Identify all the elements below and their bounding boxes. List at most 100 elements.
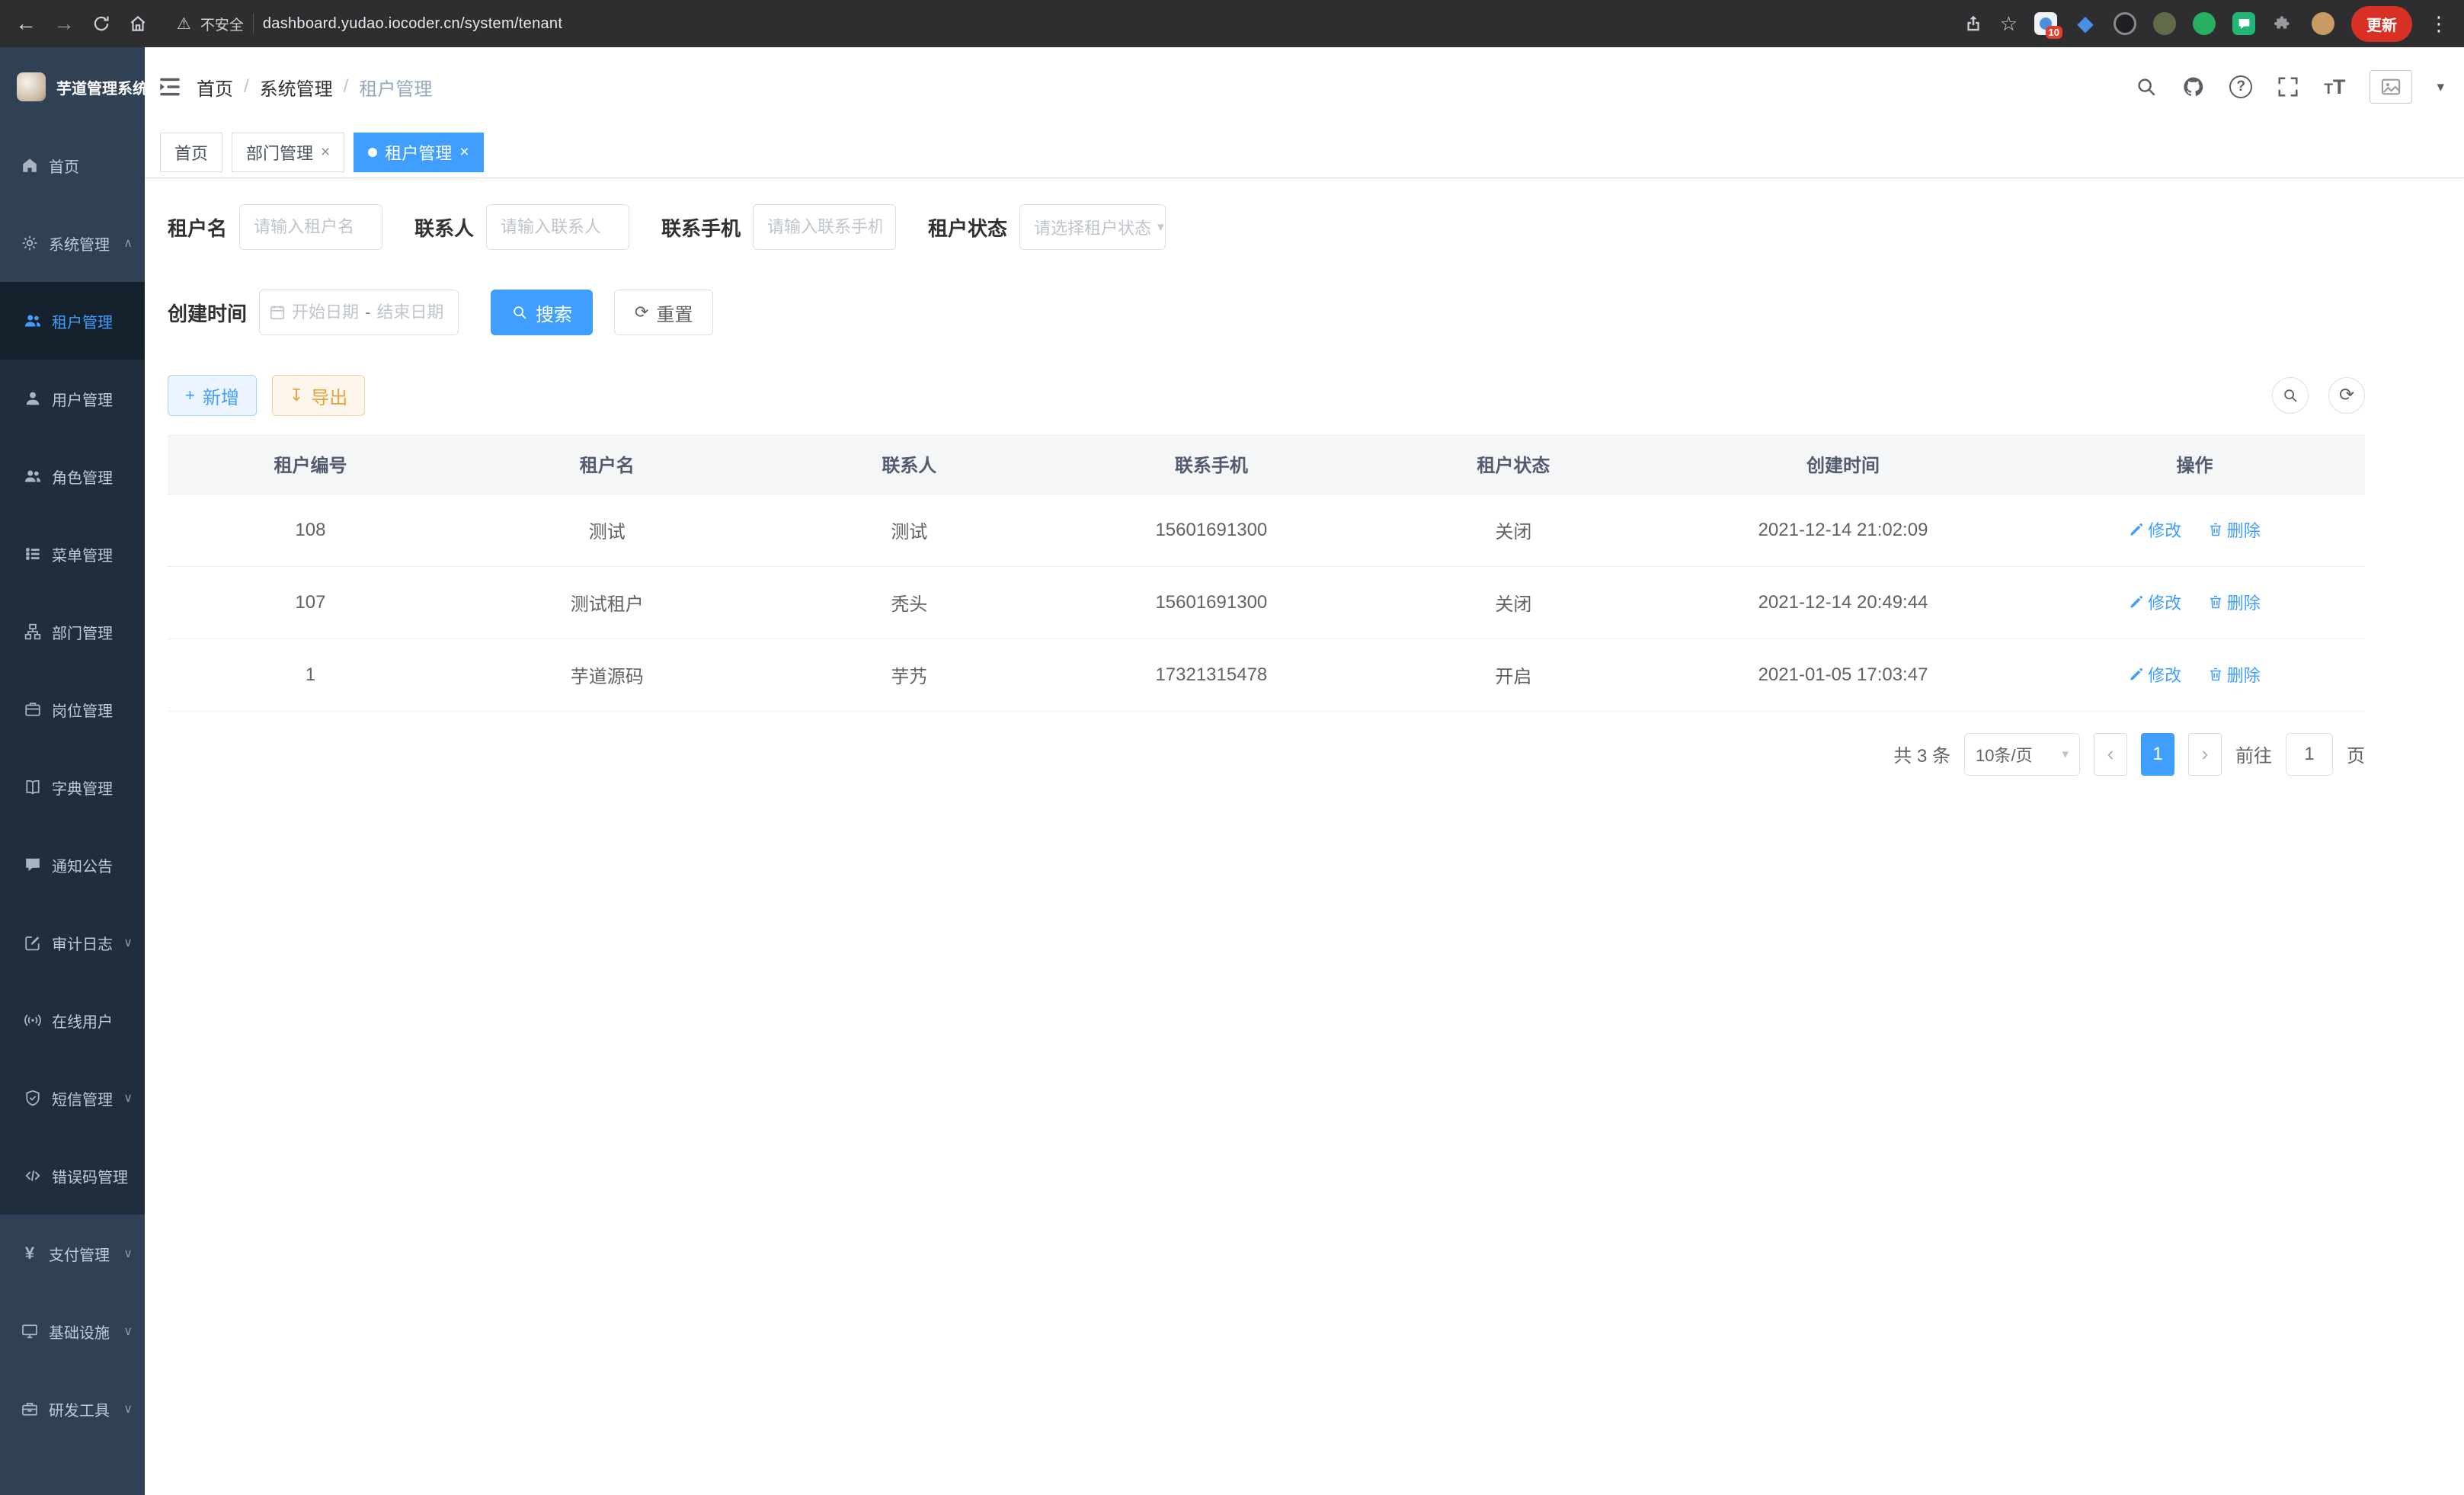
font-size-icon[interactable]: TT bbox=[2324, 75, 2345, 99]
edit-link[interactable]: 修改 bbox=[2129, 662, 2181, 687]
chevron-down-icon: ∨ bbox=[123, 1090, 133, 1106]
total-count: 共 3 条 bbox=[1893, 741, 1950, 767]
sidebar-item-system[interactable]: 系统管理 ∧ bbox=[0, 204, 145, 282]
sidebar-item-online-users[interactable]: 在线用户 bbox=[0, 981, 145, 1059]
browser-update-button[interactable]: 更新 bbox=[2351, 6, 2412, 42]
chat-icon bbox=[24, 856, 41, 873]
search-button[interactable]: 搜索 bbox=[491, 290, 593, 335]
date-separator: - bbox=[365, 303, 370, 322]
sidebar-item-user[interactable]: 用户管理 bbox=[0, 360, 145, 437]
goto-label: 前往 bbox=[2235, 741, 2272, 767]
export-button[interactable]: ↧ 导出 bbox=[272, 375, 365, 416]
avatar-caret-icon[interactable]: ▾ bbox=[2437, 78, 2444, 96]
share-icon[interactable] bbox=[1963, 14, 1983, 34]
browser-menu-icon[interactable]: ⋮ bbox=[2429, 12, 2449, 36]
sidebar-item-dept[interactable]: 部门管理 bbox=[0, 593, 145, 671]
edit-icon bbox=[24, 934, 41, 951]
sidebar-item-infra[interactable]: 基础设施 ∨ bbox=[0, 1292, 145, 1370]
address-bar[interactable]: ⚠ 不安全 dashboard.yudao.iocoder.cn/system/… bbox=[177, 14, 562, 34]
prev-page-button[interactable]: ‹ bbox=[2094, 733, 2127, 776]
extension-icon[interactable]: 10 bbox=[2034, 12, 2057, 35]
reset-button[interactable]: ⟳ 重置 bbox=[614, 290, 713, 335]
browser-home-button[interactable] bbox=[128, 14, 148, 34]
download-icon: ↧ bbox=[290, 387, 303, 404]
sidebar-item-dev-tools[interactable]: 研发工具 ∨ bbox=[0, 1370, 145, 1448]
edit-link[interactable]: 修改 bbox=[2129, 590, 2181, 614]
next-page-button[interactable]: › bbox=[2188, 733, 2222, 776]
extension-icon[interactable] bbox=[2153, 12, 2176, 35]
browser-toolbar-right: ☆ 10 ◆ 更新 ⋮ bbox=[1963, 6, 2449, 42]
cell-status: 关闭 bbox=[1365, 494, 1662, 566]
start-date-input[interactable] bbox=[290, 303, 360, 322]
sidebar-item-role[interactable]: 角色管理 bbox=[0, 437, 145, 515]
toggle-search-button[interactable] bbox=[2272, 377, 2309, 414]
current-page-button[interactable]: 1 bbox=[2141, 733, 2174, 776]
status-select[interactable]: 请选择租户状态 ▾ bbox=[1019, 204, 1166, 250]
yen-icon: ¥ bbox=[21, 1245, 38, 1262]
search-icon[interactable] bbox=[2135, 75, 2158, 98]
sidebar-item-audit-log[interactable]: 审计日志 ∨ bbox=[0, 904, 145, 981]
github-icon[interactable] bbox=[2182, 75, 2205, 98]
tab-tenant[interactable]: 租户管理 × bbox=[354, 133, 483, 172]
table-row: 107 测试租户 秃头 15601691300 关闭 2021-12-14 20… bbox=[168, 566, 2365, 639]
sidebar-item-label: 基础设施 bbox=[49, 1321, 110, 1343]
delete-link[interactable]: 删除 bbox=[2208, 590, 2261, 614]
extension-icon[interactable] bbox=[2232, 12, 2255, 35]
edit-link[interactable]: 修改 bbox=[2129, 517, 2181, 542]
sidebar-item-tenant[interactable]: 租户管理 bbox=[0, 282, 145, 360]
add-button[interactable]: + 新增 bbox=[168, 375, 257, 416]
chevron-down-icon: ▾ bbox=[2062, 747, 2069, 762]
breadcrumb-system[interactable]: 系统管理 bbox=[260, 74, 333, 101]
sidebar-item-dict[interactable]: 字典管理 bbox=[0, 748, 145, 826]
user-avatar[interactable] bbox=[2370, 70, 2412, 104]
app-logo[interactable]: 芋道管理系统 bbox=[0, 47, 145, 126]
browser-forward-button[interactable]: → bbox=[53, 13, 75, 34]
users-icon bbox=[24, 468, 41, 485]
column-header: 租户编号 bbox=[168, 434, 453, 494]
extension-icon[interactable] bbox=[2193, 12, 2216, 35]
tab-dept[interactable]: 部门管理 × bbox=[232, 133, 344, 172]
extensions-puzzle-icon[interactable] bbox=[2272, 12, 2295, 35]
sidebar-item-post[interactable]: 岗位管理 bbox=[0, 671, 145, 748]
delete-link[interactable]: 删除 bbox=[2208, 517, 2261, 542]
date-range-picker[interactable]: - bbox=[259, 290, 459, 335]
extension-icon[interactable]: ◆ bbox=[2074, 12, 2097, 35]
filter-label: 租户名 bbox=[168, 213, 227, 242]
delete-link[interactable]: 删除 bbox=[2208, 662, 2261, 687]
sidebar-item-menu[interactable]: 菜单管理 bbox=[0, 515, 145, 593]
phone-input[interactable] bbox=[753, 204, 896, 250]
sidebar-toggle-icon[interactable] bbox=[157, 74, 183, 100]
broken-image-icon bbox=[2380, 76, 2402, 98]
sidebar-item-notice[interactable]: 通知公告 bbox=[0, 826, 145, 904]
close-icon[interactable]: × bbox=[321, 144, 330, 160]
bookmark-star-icon[interactable]: ☆ bbox=[2000, 14, 2018, 34]
chevron-down-icon: ∨ bbox=[123, 1246, 133, 1261]
sidebar: 芋道管理系统 首页 系统管理 ∧ 租户管理 用户管理 角色管理 菜单管理 部门管… bbox=[0, 47, 145, 1495]
close-icon[interactable]: × bbox=[459, 144, 469, 160]
contact-input[interactable] bbox=[486, 204, 629, 250]
sidebar-item-label: 用户管理 bbox=[52, 388, 113, 410]
tab-home[interactable]: 首页 bbox=[160, 133, 222, 172]
refresh-button[interactable]: ⟳ bbox=[2328, 377, 2365, 414]
help-icon[interactable]: ? bbox=[2229, 75, 2252, 98]
sidebar-item-payment[interactable]: ¥ 支付管理 ∨ bbox=[0, 1215, 145, 1292]
fullscreen-icon[interactable] bbox=[2277, 75, 2299, 98]
tenant-name-input[interactable] bbox=[239, 204, 382, 250]
cell-created: 2021-01-05 17:03:47 bbox=[1662, 639, 2024, 711]
sidebar-item-error-code[interactable]: 错误码管理 bbox=[0, 1137, 145, 1215]
page-size-select[interactable]: 10条/页 ▾ bbox=[1964, 733, 2080, 776]
cell-status: 关闭 bbox=[1365, 566, 1662, 639]
extension-icon[interactable] bbox=[2114, 12, 2136, 35]
breadcrumb-home[interactable]: 首页 bbox=[197, 74, 233, 101]
sidebar-item-sms[interactable]: 短信管理 ∨ bbox=[0, 1059, 145, 1137]
sidebar-item-label: 岗位管理 bbox=[52, 699, 113, 721]
end-date-input[interactable] bbox=[375, 303, 445, 322]
cell-phone: 15601691300 bbox=[1058, 566, 1365, 639]
browser-reload-button[interactable] bbox=[91, 14, 111, 34]
profile-avatar[interactable] bbox=[2312, 12, 2334, 35]
browser-back-button[interactable]: ← bbox=[15, 13, 37, 34]
column-header: 租户状态 bbox=[1365, 434, 1662, 494]
sidebar-item-home[interactable]: 首页 bbox=[0, 126, 145, 204]
goto-page-input[interactable] bbox=[2286, 733, 2333, 776]
select-placeholder: 请选择租户状态 bbox=[1034, 215, 1151, 239]
